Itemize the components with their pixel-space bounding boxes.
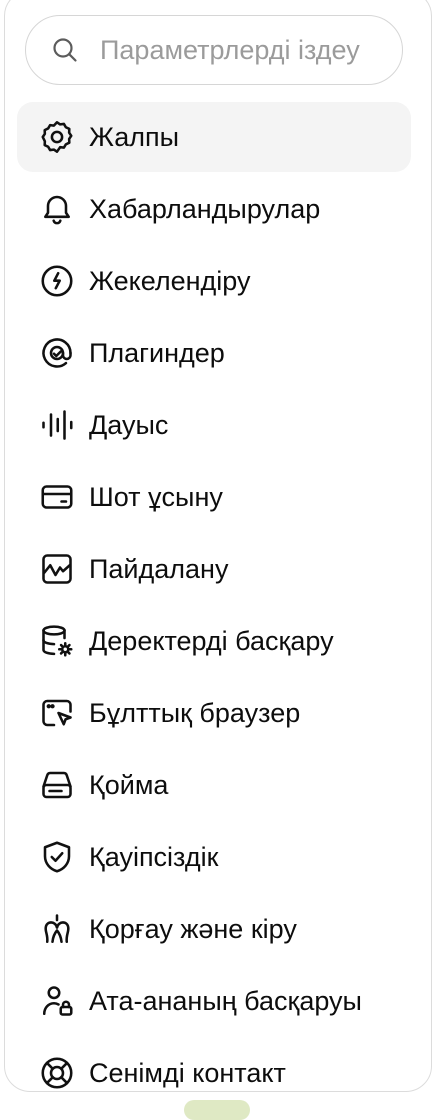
personalization-icon bbox=[39, 263, 75, 299]
nav-item-billing[interactable]: Шот ұсыну bbox=[17, 462, 411, 532]
nav-label: Деректерді басқару bbox=[89, 625, 334, 656]
nav-item-protection-access[interactable]: Қорғау және кіру bbox=[17, 894, 411, 964]
search-input[interactable] bbox=[100, 34, 380, 66]
nav-item-security[interactable]: Қауіпсіздік bbox=[17, 822, 411, 892]
database-gear-icon bbox=[39, 623, 75, 659]
cloud-browser-icon bbox=[39, 695, 75, 731]
nav-item-storage[interactable]: Қойма bbox=[17, 750, 411, 820]
nav-label: Пайдалану bbox=[89, 553, 229, 584]
nav-item-cloud-browser[interactable]: Бұлттық браузер bbox=[17, 678, 411, 748]
nav-label: Дауыс bbox=[89, 409, 169, 440]
nav-item-general[interactable]: Жалпы bbox=[17, 102, 411, 172]
nav-label: Қауіпсіздік bbox=[89, 841, 219, 872]
nav-item-data-controls[interactable]: Деректерді басқару bbox=[17, 606, 411, 676]
nav-label: Бұлттық браузер bbox=[89, 697, 301, 728]
nav-label: Жекелендіру bbox=[89, 265, 251, 296]
nav-item-usage[interactable]: Пайдалану bbox=[17, 534, 411, 604]
nav-item-parental-controls[interactable]: Ата-ананың басқаруы bbox=[17, 966, 411, 1036]
nav-label: Хабарландырулар bbox=[89, 193, 321, 224]
background-element bbox=[184, 1100, 250, 1120]
gear-icon bbox=[39, 119, 75, 155]
settings-nav: Жалпы Хабарландырулар Жекелендіру Плагин… bbox=[17, 102, 411, 1091]
nav-label: Қойма bbox=[89, 769, 169, 800]
nav-label: Ата-ананың басқаруы bbox=[89, 985, 362, 1016]
nav-label: Жалпы bbox=[89, 121, 180, 152]
nav-item-plugins[interactable]: Плагиндер bbox=[17, 318, 411, 388]
nav-item-notifications[interactable]: Хабарландырулар bbox=[17, 174, 411, 244]
parental-controls-icon bbox=[39, 983, 75, 1019]
nav-label: Сенімді контакт bbox=[89, 1057, 286, 1088]
nav-item-trusted-contact[interactable]: Сенімді контакт bbox=[17, 1038, 411, 1091]
plugins-icon bbox=[39, 335, 75, 371]
nav-label: Плагиндер bbox=[89, 337, 225, 368]
shield-check-icon bbox=[39, 839, 75, 875]
protection-access-icon bbox=[39, 911, 75, 947]
lifebuoy-icon bbox=[39, 1055, 75, 1091]
nav-item-voice[interactable]: Дауыс bbox=[17, 390, 411, 460]
nav-label: Шот ұсыну bbox=[89, 481, 223, 512]
credit-card-icon bbox=[39, 479, 75, 515]
nav-item-personalization[interactable]: Жекелендіру bbox=[17, 246, 411, 316]
storage-drive-icon bbox=[39, 767, 75, 803]
search-box[interactable] bbox=[25, 15, 403, 85]
bell-icon bbox=[39, 191, 75, 227]
nav-label: Қорғау және кіру bbox=[89, 913, 297, 944]
search-icon bbox=[52, 37, 78, 63]
usage-chart-icon bbox=[39, 551, 75, 587]
settings-panel: Жалпы Хабарландырулар Жекелендіру bbox=[4, 0, 432, 1092]
voice-waveform-icon bbox=[39, 407, 75, 443]
